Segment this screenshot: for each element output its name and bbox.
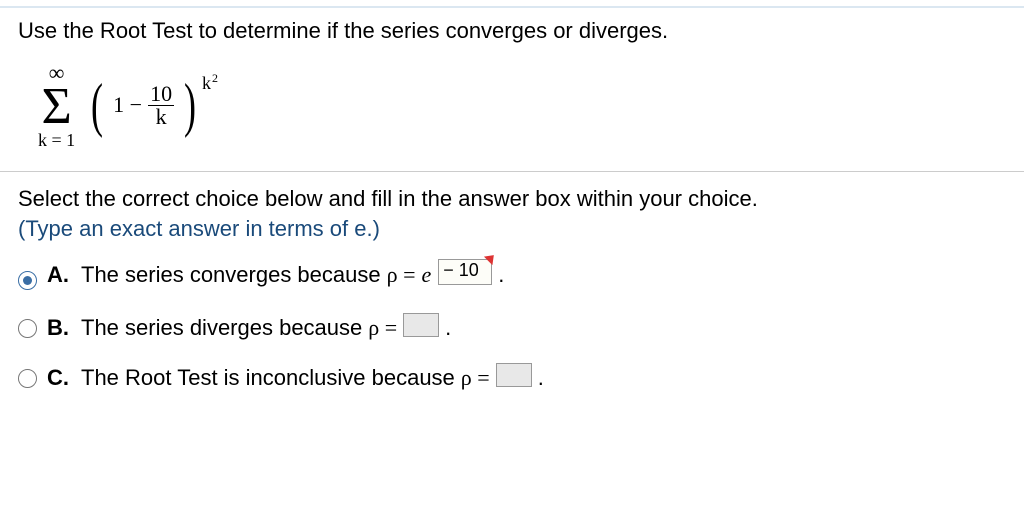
choice-b-period: . (445, 315, 451, 341)
choice-a-rho-eq: ρ = (387, 262, 416, 288)
close-paren: ) (184, 81, 196, 129)
numerator: 10 (148, 83, 174, 105)
choice-b-text: The series diverges because ρ = . (81, 311, 451, 341)
paren-inner: 1 − 10 k (113, 83, 174, 128)
choice-list: A. The series converges because ρ = e − … (18, 262, 1006, 391)
answer-prompt: Select the correct choice below and fill… (18, 186, 1006, 212)
choice-c-text: The Root Test is inconclusive because ρ … (81, 361, 544, 391)
choice-c-letter: C. (47, 365, 71, 391)
choice-b-answer-input[interactable] (403, 313, 439, 337)
exp-sup: 2 (212, 71, 218, 92)
sigma-symbol: Σ (41, 84, 71, 131)
series-formula: ∞ Σ k = 1 ( 1 − 10 k ) k2 (18, 62, 1006, 149)
exp-base: k (202, 73, 211, 94)
summation: ∞ Σ k = 1 (38, 62, 75, 149)
choice-a-letter: A. (47, 262, 71, 288)
question-page: Use the Root Test to determine if the se… (0, 0, 1024, 391)
radio-c[interactable] (18, 369, 37, 388)
choice-a-text: The series converges because ρ = e − 10 … (81, 262, 504, 291)
choice-a-period: . (498, 262, 504, 288)
choice-b[interactable]: B. The series diverges because ρ = . (18, 311, 1006, 341)
choice-c-period: . (538, 365, 544, 391)
fraction: 10 k (148, 83, 174, 128)
choice-a[interactable]: A. The series converges because ρ = e − … (18, 262, 1006, 291)
choice-c[interactable]: C. The Root Test is inconclusive because… (18, 361, 1006, 391)
choice-b-rho-eq: ρ = (368, 315, 397, 341)
question-text: Use the Root Test to determine if the se… (18, 18, 1006, 44)
sum-index: k = 1 (38, 131, 75, 149)
choice-b-before: The series diverges because (81, 315, 362, 341)
choice-c-answer-input[interactable] (496, 363, 532, 387)
choice-c-rho-eq: ρ = (461, 365, 490, 391)
outer-exponent: k2 (202, 73, 218, 94)
choice-a-answer-input[interactable]: − 10 (438, 259, 492, 285)
open-paren: ( (91, 81, 103, 129)
radio-b[interactable] (18, 319, 37, 338)
cursor-caret-icon (484, 251, 498, 265)
choice-c-before: The Root Test is inconclusive because (81, 365, 455, 391)
choice-b-letter: B. (47, 315, 71, 341)
radio-a[interactable] (18, 271, 37, 290)
one-minus: 1 − (113, 92, 142, 118)
answer-hint: (Type an exact answer in terms of e.) (18, 216, 1006, 242)
separator (0, 171, 1024, 172)
choice-a-exponent: − 10 (438, 257, 492, 283)
top-border (0, 6, 1024, 8)
choice-a-e: e (422, 262, 432, 288)
series-term: ( 1 − 10 k ) k2 (87, 81, 218, 129)
choice-a-before: The series converges because (81, 262, 381, 288)
denominator: k (154, 106, 169, 128)
